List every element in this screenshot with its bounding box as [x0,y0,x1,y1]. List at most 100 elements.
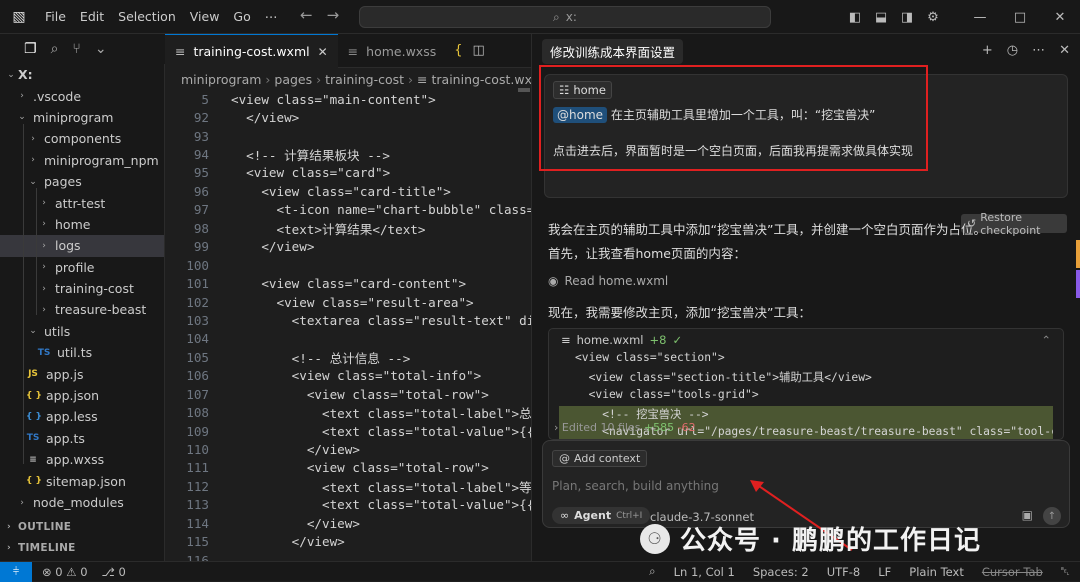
toggle-sidebar-icon[interactable]: ◧ [842,10,868,25]
toggle-panel-icon[interactable]: ⬓ [868,10,894,25]
outline-section[interactable]: › OUTLINE [0,517,71,537]
add-context-button[interactable]: @ Add context [552,450,648,467]
indentation[interactable]: Spaces: 2 [753,565,809,579]
editor-actions: { ◫ [446,34,485,67]
json-braces-icon[interactable]: { [454,43,462,58]
tool-call-read-file[interactable]: ◉ Read home.wxml [548,274,668,288]
problems-count[interactable]: ⊗ 0 ⚠ 0 [42,565,88,579]
code-line: 111 <view class="total-row"> [165,459,531,477]
code-line: 97 <t-icon name="chart-bubble" class= [165,201,531,219]
tree-item[interactable]: { } app.json [0,385,164,406]
cursor-tab-status[interactable]: Cursor Tab [982,565,1043,579]
explorer-files-icon[interactable]: ❐ [24,41,37,57]
tab-label: training-cost.wxml [193,44,310,59]
menu-go[interactable]: Go [226,9,257,24]
tree-item[interactable]: JS app.js [0,363,164,384]
ports-count[interactable]: ⎇ 0 [102,565,126,579]
explorer-root[interactable]: ⌄ X: [0,64,164,85]
toggle-secondary-sidebar-icon[interactable]: ◨ [894,10,920,25]
line-number: 116 [186,552,209,561]
chevron-right-icon: › [316,71,322,87]
close-tab-icon[interactable]: ✕ [318,45,328,59]
image-upload-icon[interactable]: ▣ [1022,508,1033,522]
more-options-icon[interactable]: ⋯ [1032,43,1045,58]
breadcrumb-item[interactable]: training-cost.wxml [432,72,532,87]
expand-chevron-icon[interactable]: ⌃ [1041,333,1051,347]
remote-indicator-icon[interactable]: ⫩ [0,561,32,582]
tree-item[interactable]: › .vscode [0,85,164,106]
chat-input[interactable]: Plan, search, build anything [552,479,719,493]
tree-item[interactable]: › components [0,128,164,149]
code-text: <view class="total-row"> [231,386,489,402]
line-number: 109 [186,423,209,439]
editor-scrollbar[interactable] [518,88,530,92]
end-of-line[interactable]: LF [878,565,891,579]
code-text: <view class="card-content"> [231,276,467,292]
tree-item[interactable]: › node_modules [0,492,164,513]
tab-training-cost-wxml[interactable]: ≡ training-cost.wxml ✕ [165,34,338,68]
panel-title[interactable]: 修改训练成本界面设置 [542,38,684,64]
language-mode[interactable]: Plain Text [909,565,964,579]
tab-home-wxss[interactable]: ≡ home.wxss [338,34,447,68]
more-views-chevron-icon[interactable]: ⌄ [95,41,107,57]
back-arrow-icon[interactable]: ← [300,6,313,24]
zoom-icon[interactable]: ⌕ [649,564,655,579]
menu-edit[interactable]: Edit [73,9,111,24]
split-editor-icon[interactable]: ◫ [473,43,485,58]
tree-item[interactable]: { } sitemap.json [0,470,164,491]
code-text: <text class="total-label">等 [231,479,531,495]
indent-guide [23,124,24,464]
maximize-icon[interactable]: □ [1000,10,1040,25]
tree-item[interactable]: TS app.ts [0,428,164,449]
breadcrumb-item[interactable]: pages [274,72,312,87]
code-editor[interactable]: 5 <view class="main-content"> 92 </view> 93… [165,90,531,561]
file-lines-icon: ≡ [561,333,571,347]
close-window-icon[interactable]: ✕ [1040,10,1080,25]
tree-item[interactable]: › profile [0,257,164,278]
tree-item[interactable]: { } app.less [0,406,164,427]
history-clock-icon[interactable]: ◷ [1007,43,1018,58]
minimize-icon[interactable]: — [960,10,1000,25]
tree-item[interactable]: ⌄ miniprogram [0,107,164,128]
tree-item[interactable]: › treasure-beast [0,299,164,320]
tree-item[interactable]: TS util.ts [0,342,164,363]
menu-more[interactable]: ⋯ [258,9,285,24]
tree-item-label: app.less [46,409,98,425]
tree-item-label: miniprogram_npm [44,152,159,168]
chevron-right-icon: › [42,304,46,315]
tree-item[interactable]: ⌄ utils [0,321,164,342]
forward-arrow-icon[interactable]: → [327,6,340,24]
close-panel-icon[interactable]: ✕ [1059,43,1070,58]
tree-item[interactable]: › training-cost [0,278,164,299]
at-sign-icon: @ [559,452,570,465]
new-chat-plus-icon[interactable]: + [982,43,993,58]
command-center[interactable]: ⌕ x: [359,6,771,28]
menu-file[interactable]: File [38,9,73,24]
title-bar-actions: ◧ ⬓ ◨ ⚙ — □ ✕ [842,0,1080,34]
code-text: </view> [231,515,360,531]
agent-mode-selector[interactable]: ∞ Agent Ctrl+I [552,507,651,524]
code-line: 108 <text class="total-label">总 [165,403,531,421]
encoding[interactable]: UTF-8 [827,565,861,579]
breadcrumb-item[interactable]: training-cost [325,72,404,87]
tree-item[interactable]: › logs [0,235,164,257]
cursor-position[interactable]: Ln 1, Col 1 [674,565,735,579]
breadcrumb-item[interactable]: miniprogram [181,72,261,87]
edited-files-summary[interactable]: › Edited 10 files +585 -62 [554,421,696,434]
timeline-section[interactable]: › TIMELINE [0,538,76,558]
source-control-icon[interactable]: ⑂ [72,41,80,57]
search-view-icon[interactable]: ⌕ [51,41,59,57]
menu-view[interactable]: View [183,9,227,24]
menu-selection[interactable]: Selection [111,9,183,24]
code-line: 109 <text class="total-value">{{ [165,422,531,440]
send-button[interactable]: ↑ [1043,507,1061,525]
tree-item[interactable]: › home [0,214,164,235]
notifications-bell-icon[interactable]: ␇ [1061,564,1070,579]
tree-item[interactable]: ⌄ pages [0,171,164,192]
settings-gear-icon[interactable]: ⚙ [920,10,946,25]
tree-item-label: training-cost [55,281,134,297]
tree-item[interactable]: ≡ app.wxss [0,449,164,470]
tree-item[interactable]: › attr-test [0,192,164,213]
diff-file-name: home.wxml [576,333,644,347]
tree-item[interactable]: › miniprogram_npm [0,150,164,171]
